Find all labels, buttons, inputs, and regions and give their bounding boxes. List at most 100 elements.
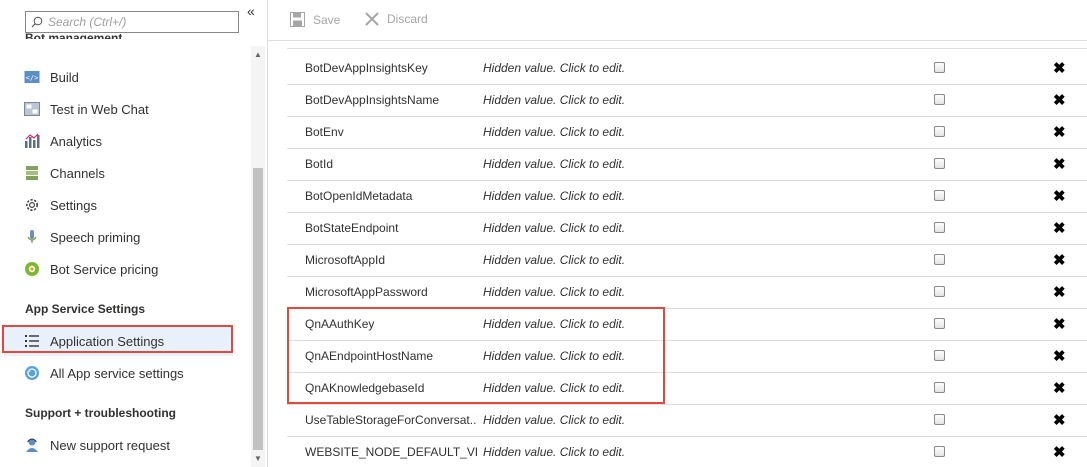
channels-icon	[24, 165, 40, 181]
setting-name[interactable]: QnAAuthKey	[305, 317, 477, 331]
section-title-bot-management: Bot management	[25, 31, 123, 39]
app-settings-table: BotDevAppInsightsKey Hidden value. Click …	[268, 40, 1087, 467]
sidebar-item-test-in-web-chat[interactable]: Test in Web Chat	[0, 94, 235, 124]
sidebar-item-label: Bot Service pricing	[50, 261, 159, 277]
section-title-support-troubleshooting: Support + troubleshooting	[25, 406, 176, 420]
setting-name[interactable]: BotDevAppInsightsName	[305, 93, 477, 107]
table-row: QnAKnowledgebaseId Hidden value. Click to…	[287, 372, 1087, 405]
table-row: UseTableStorageForConversat... Hidden val…	[287, 404, 1087, 437]
setting-value[interactable]: Hidden value. Click to edit.	[483, 317, 625, 331]
sidebar-item-label: Settings	[50, 197, 97, 213]
sidebar-item-settings[interactable]: Settings	[0, 190, 235, 220]
setting-name[interactable]: MicrosoftAppPassword	[305, 285, 477, 299]
setting-value[interactable]: Hidden value. Click to edit.	[483, 285, 625, 299]
delete-icon[interactable]: ✖	[1053, 59, 1066, 77]
slot-setting-checkbox[interactable]	[934, 126, 945, 137]
delete-icon[interactable]: ✖	[1053, 443, 1066, 461]
setting-name[interactable]: MicrosoftAppId	[305, 253, 477, 267]
sidebar: « Bot management </> Build Test in Web C…	[0, 0, 267, 467]
support-icon	[24, 437, 40, 453]
setting-name[interactable]: QnAEndpointHostName	[305, 349, 477, 363]
sidebar-item-build[interactable]: </> Build	[0, 62, 235, 92]
gear-icon	[24, 197, 40, 213]
sidebar-item-label: Build	[50, 69, 79, 85]
sidebar-item-label: Speech priming	[50, 229, 141, 245]
discard-label: Discard	[387, 12, 428, 26]
delete-icon[interactable]: ✖	[1053, 91, 1066, 109]
setting-name[interactable]: BotEnv	[305, 125, 477, 139]
setting-value[interactable]: Hidden value. Click to edit.	[483, 349, 625, 363]
slot-setting-checkbox[interactable]	[934, 382, 945, 393]
slot-setting-checkbox[interactable]	[934, 350, 945, 361]
setting-name[interactable]: BotDevAppInsightsKey	[305, 61, 477, 75]
setting-value[interactable]: Hidden value. Click to edit.	[483, 125, 625, 139]
slot-setting-checkbox[interactable]	[934, 286, 945, 297]
setting-name[interactable]: BotStateEndpoint	[305, 221, 477, 235]
delete-icon[interactable]: ✖	[1053, 219, 1066, 237]
delete-icon[interactable]: ✖	[1053, 315, 1066, 333]
setting-value[interactable]: Hidden value. Click to edit.	[483, 381, 625, 395]
sidebar-item-all-app-service-settings[interactable]: All App service settings	[0, 358, 235, 388]
scroll-down-arrow-icon[interactable]: ▼	[254, 454, 262, 463]
setting-name[interactable]: UseTableStorageForConversat...	[305, 413, 477, 427]
table-row: BotStateEndpoint Hidden value. Click to e…	[287, 212, 1087, 245]
slot-setting-checkbox[interactable]	[934, 94, 945, 105]
slot-setting-checkbox[interactable]	[934, 414, 945, 425]
setting-value[interactable]: Hidden value. Click to edit.	[483, 445, 625, 459]
delete-icon[interactable]: ✖	[1053, 187, 1066, 205]
app-service-icon	[24, 365, 40, 381]
delete-icon[interactable]: ✖	[1053, 379, 1066, 397]
sidebar-item-analytics[interactable]: Analytics	[0, 126, 235, 156]
scroll-up-arrow-icon[interactable]: ▲	[254, 50, 262, 59]
delete-icon[interactable]: ✖	[1053, 411, 1066, 429]
slot-setting-checkbox[interactable]	[934, 190, 945, 201]
table-row: BotDevAppInsightsKey Hidden value. Click …	[287, 52, 1087, 85]
delete-icon[interactable]: ✖	[1053, 347, 1066, 365]
sidebar-item-bot-service-pricing[interactable]: Bot Service pricing	[0, 254, 235, 284]
list-icon	[24, 333, 40, 349]
slot-setting-checkbox[interactable]	[934, 318, 945, 329]
slot-setting-checkbox[interactable]	[934, 446, 945, 457]
slot-setting-checkbox[interactable]	[934, 158, 945, 169]
table-row: MicrosoftAppId Hidden value. Click to edi…	[287, 244, 1087, 277]
sidebar-item-speech-priming[interactable]: Speech priming	[0, 222, 235, 252]
setting-value[interactable]: Hidden value. Click to edit.	[483, 61, 625, 75]
setting-value[interactable]: Hidden value. Click to edit.	[483, 189, 625, 203]
sidebar-item-channels[interactable]: Channels	[0, 158, 235, 188]
setting-name[interactable]: BotId	[305, 157, 477, 171]
setting-value[interactable]: Hidden value. Click to edit.	[483, 253, 625, 267]
scrollbar-thumb[interactable]	[253, 168, 263, 450]
save-icon	[290, 12, 305, 27]
table-row: QnAEndpointHostName Hidden value. Click t…	[287, 340, 1087, 373]
setting-name[interactable]: WEBSITE_NODE_DEFAULT_VE...	[305, 445, 477, 459]
table-row: BotDevAppInsightsName Hidden value. Click…	[287, 84, 1087, 117]
delete-icon[interactable]: ✖	[1053, 155, 1066, 173]
search-input[interactable]	[48, 15, 228, 29]
delete-icon[interactable]: ✖	[1053, 251, 1066, 269]
setting-name[interactable]: QnAKnowledgebaseId	[305, 381, 477, 395]
analytics-icon	[24, 133, 40, 149]
discard-button[interactable]: Discard	[365, 12, 428, 26]
discard-icon	[365, 12, 379, 26]
slot-setting-checkbox[interactable]	[934, 254, 945, 265]
setting-value[interactable]: Hidden value. Click to edit.	[483, 221, 625, 235]
collapse-sidebar-button[interactable]: «	[247, 3, 255, 19]
sidebar-item-label: Channels	[50, 165, 105, 181]
delete-icon[interactable]: ✖	[1053, 123, 1066, 141]
setting-value[interactable]: Hidden value. Click to edit.	[483, 413, 625, 427]
save-button[interactable]: Save	[290, 12, 340, 27]
pricing-icon	[24, 261, 40, 277]
setting-value[interactable]: Hidden value. Click to edit.	[483, 93, 625, 107]
delete-icon[interactable]: ✖	[1053, 283, 1066, 301]
setting-value[interactable]: Hidden value. Click to edit.	[483, 157, 625, 171]
slot-setting-checkbox[interactable]	[934, 62, 945, 73]
section-title-app-service-settings: App Service Settings	[25, 302, 146, 316]
table-row	[287, 40, 1087, 49]
setting-name[interactable]: BotOpenIdMetadata	[305, 189, 477, 203]
sidebar-item-label: Application Settings	[50, 333, 165, 349]
sidebar-item-new-support-request[interactable]: New support request	[0, 430, 235, 460]
sidebar-item-application-settings[interactable]: Application Settings	[4, 326, 233, 356]
slot-setting-checkbox[interactable]	[934, 222, 945, 233]
web-chat-icon	[24, 101, 40, 117]
table-row: BotId Hidden value. Click to edit. ✖	[287, 148, 1087, 181]
